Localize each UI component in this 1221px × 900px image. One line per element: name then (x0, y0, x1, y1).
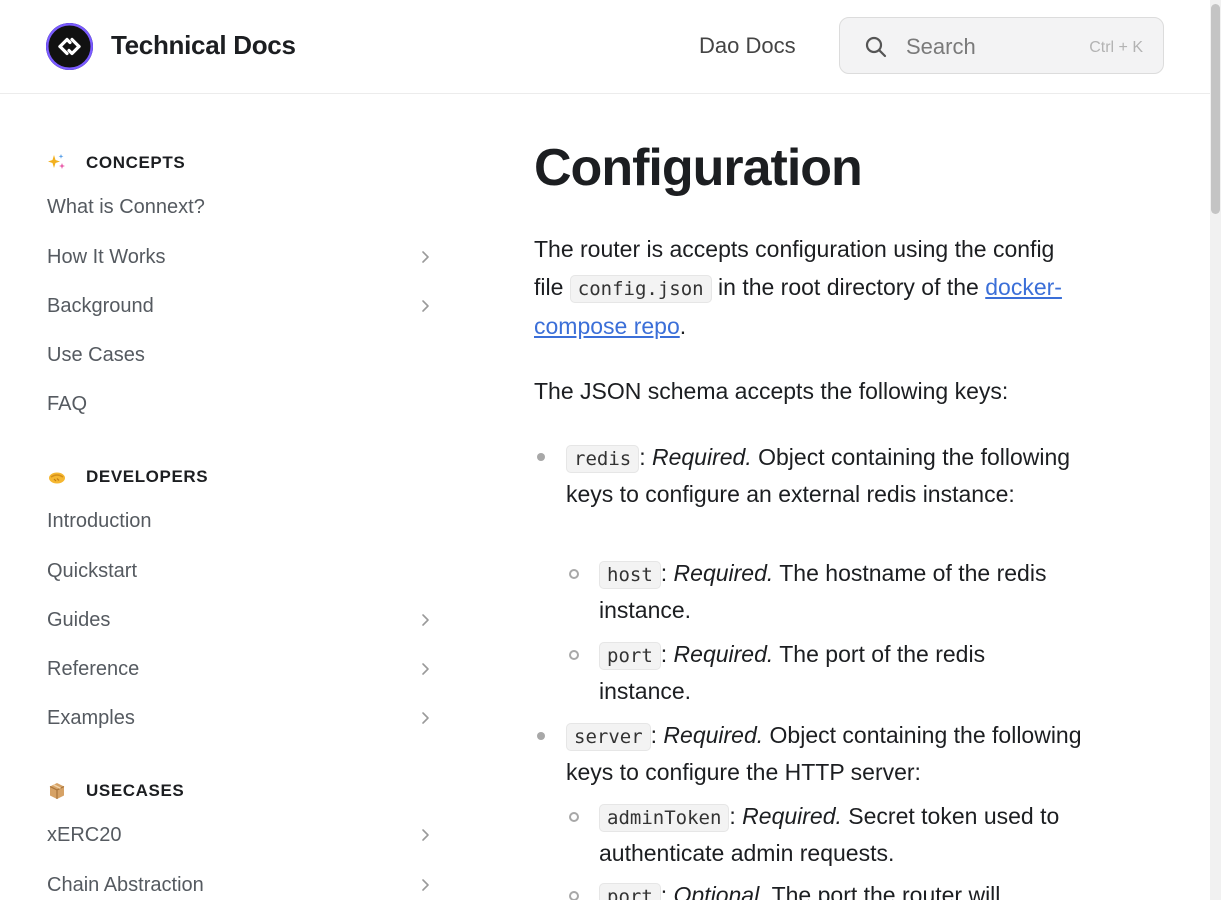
sidebar-item-background[interactable]: Background (47, 291, 432, 321)
sidebar-section-title: CONCEPTS (86, 153, 186, 172)
sidebar-item-label: Reference (47, 657, 140, 680)
sidebar-item-label: Chain Abstraction (47, 873, 204, 896)
sub-bullet-icon (569, 891, 579, 900)
schema-intro: The JSON schema accepts the following ke… (534, 378, 1009, 404)
sidebar-item-what-is-connext[interactable]: What is Connext? (47, 192, 432, 222)
required-label: Required. (673, 641, 774, 667)
key-code: port (599, 883, 661, 900)
list-item-redis-host: host: Required. The hostname of the redi… (599, 560, 1047, 623)
list-item-server-port: port: Optional. The port the router will (599, 878, 1099, 900)
sparkles-icon (47, 153, 67, 173)
top-header: Technical Docs Dao Docs Search Ctrl + K (0, 0, 1210, 94)
list-item-redis: redis: Required. Object containing the f… (566, 444, 1071, 507)
sidebar-item-label: How It Works (47, 245, 166, 268)
chevron-right-icon[interactable] (418, 613, 432, 627)
search-shortcut: Ctrl + K (1089, 39, 1143, 56)
inline-code: config.json (569, 274, 712, 303)
key-description: Object containing the following keys to … (566, 444, 1071, 507)
chevron-right-icon[interactable] (418, 299, 432, 313)
chevron-right-icon[interactable] (418, 828, 432, 842)
sidebar-section-usecases: USECASES (47, 779, 184, 803)
sidebar-section-developers: DEVELOPERS (47, 465, 208, 489)
required-label: Required. (673, 560, 774, 586)
sidebar-section-title: DEVELOPERS (86, 467, 209, 486)
sub-bullet-icon (569, 650, 579, 660)
scrollbar-thumb[interactable] (1211, 4, 1220, 214)
chevron-right-icon[interactable] (418, 878, 432, 892)
search-button[interactable]: Search Ctrl + K (839, 17, 1164, 74)
sidebar-item-guides[interactable]: Guides (47, 605, 432, 635)
search-icon (865, 36, 887, 58)
page-title: Configuration (534, 139, 863, 197)
key-description: The port the router will (765, 882, 1001, 900)
sidebar-item-label: What is Connext? (47, 195, 205, 218)
list-item-server: server: Required. Object containing the … (566, 722, 1082, 785)
intro-paragraph: The router is accepts configuration usin… (534, 231, 1079, 346)
key-code: host (599, 561, 661, 589)
sidebar-item-label: Use Cases (47, 343, 145, 366)
key-code: redis (566, 445, 640, 473)
sidebar-item-label: xERC20 (47, 823, 122, 846)
required-label: Required. (651, 444, 752, 470)
chevron-right-icon[interactable] (418, 711, 432, 725)
intro-text: . (679, 313, 687, 339)
key-code: server (566, 723, 651, 751)
sidebar-item-quickstart[interactable]: Quickstart (47, 556, 432, 586)
required-label: Optional. (673, 882, 766, 900)
site-logo[interactable] (46, 23, 93, 70)
chevron-right-icon[interactable] (418, 250, 432, 264)
sub-bullet-icon (569, 812, 579, 822)
sidebar-item-label: FAQ (47, 392, 88, 415)
bullet-icon (537, 453, 545, 461)
sidebar-item-xerc20[interactable]: xERC20 (47, 820, 432, 850)
handshake-icon (47, 467, 67, 487)
sidebar-section-concepts: CONCEPTS (47, 151, 185, 175)
chevron-right-icon[interactable] (418, 662, 432, 676)
sidebar-item-label: Quickstart (47, 559, 138, 582)
package-icon (47, 781, 67, 801)
key-code: port (599, 642, 661, 670)
sidebar-item-how-it-works[interactable]: How It Works (47, 242, 432, 272)
logo-icon (46, 23, 93, 70)
sidebar-item-reference[interactable]: Reference (47, 654, 432, 684)
required-label: Required. (663, 722, 764, 748)
sidebar-item-faq[interactable]: FAQ (47, 389, 432, 419)
sidebar-item-use-cases[interactable]: Use Cases (47, 340, 432, 370)
sidebar-section-title: USECASES (86, 781, 185, 800)
site-title[interactable]: Technical Docs (111, 30, 296, 61)
list-item-server-admintoken: adminToken: Required. Secret token used … (599, 803, 1060, 866)
key-description: The hostname of the redis instance. (599, 560, 1047, 623)
search-placeholder: Search (906, 34, 976, 59)
bullet-icon (537, 732, 545, 740)
sidebar-item-examples[interactable]: Examples (47, 703, 432, 733)
sidebar-item-chain-abstraction[interactable]: Chain Abstraction (47, 870, 432, 900)
key-code: adminToken (599, 804, 730, 832)
sub-bullet-icon (569, 569, 579, 579)
list-item-redis-port: port: Required. The port of the redis in… (599, 641, 986, 704)
page-scrollbar[interactable] (1210, 0, 1221, 900)
sidebar-item-label: Guides (47, 608, 111, 631)
sidebar: CONCEPTS What is Connext? How It Works B… (0, 95, 460, 900)
required-label: Required. (742, 803, 842, 829)
sidebar-item-label: Introduction (47, 509, 152, 532)
intro-text: in the root directory of the (711, 273, 986, 300)
nav-link-dao-docs[interactable]: Dao Docs (699, 33, 796, 59)
sidebar-item-label: Background (47, 294, 154, 317)
sidebar-item-introduction[interactable]: Introduction (47, 506, 432, 536)
sidebar-item-label: Examples (47, 706, 135, 729)
